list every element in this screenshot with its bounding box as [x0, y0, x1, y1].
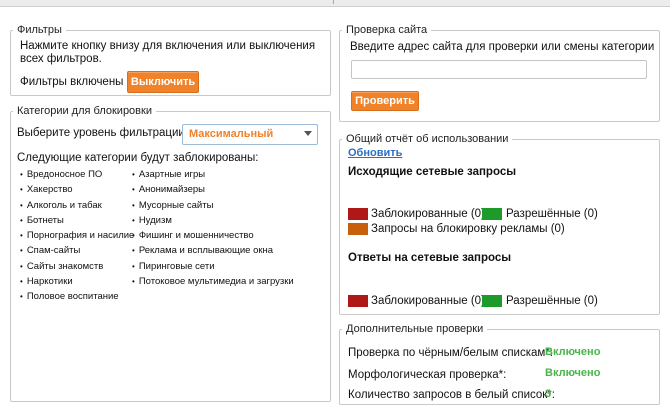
morphology-check-label: Морфологическая проверка*:: [348, 369, 507, 381]
categories-title: Категории для блокировки: [17, 105, 152, 117]
category-item: Потоковое мультимедиа и загрузки: [132, 274, 294, 289]
category-item: Нудизм: [132, 213, 294, 228]
category-item: Азартные игры: [132, 167, 294, 182]
filter-level-label: Выберите уровень фильтрации:: [17, 127, 189, 139]
category-item: Половое воспитание: [20, 289, 134, 304]
whitelist-requests-label: Количество запросов в белый список*:: [348, 389, 555, 401]
allowed-color-swatch: [482, 208, 502, 220]
category-item: Реклама и всплывающие окна: [132, 243, 294, 258]
window-top-edge: [0, 0, 670, 7]
whitelist-requests-count: 3: [545, 388, 552, 400]
allowed-responses-label: Разрешённые (0): [506, 295, 598, 307]
refresh-link[interactable]: Обновить: [348, 147, 402, 159]
morphology-check-status: Включено: [545, 367, 601, 379]
category-item: Порнография и насилие: [20, 228, 135, 243]
category-item: Алкоголь и табак: [20, 198, 134, 213]
categories-list-left: Вредоносное ПОХакерствоАлкоголь и табакБ…: [20, 167, 135, 305]
blocked-response-swatch: [348, 295, 368, 307]
check-site-button[interactable]: Проверить: [351, 91, 419, 111]
category-item: Мусорные сайты: [132, 198, 294, 213]
extra-checks-title: Дополнительные проверки: [346, 323, 484, 335]
site-url-input[interactable]: [351, 60, 647, 79]
allowed-outgoing-label: Разрешённые (0): [506, 208, 598, 220]
category-item: Спам-сайты: [20, 243, 134, 258]
outgoing-requests-heading: Исходящие сетевые запросы: [348, 166, 517, 178]
category-item: Фишинг и мошенничество: [132, 228, 294, 243]
allowed-response-swatch: [482, 295, 502, 307]
filter-level-value: Максимальный: [189, 128, 274, 140]
blacklist-check-status: Включено: [545, 346, 601, 358]
category-item: Вредоносное ПО: [20, 167, 134, 182]
filters-description-line2: всех фильтров.: [20, 53, 102, 65]
filters-title: Фильтры: [17, 24, 62, 36]
chevron-down-icon: [304, 131, 312, 136]
filters-status: Фильтры включены: [20, 76, 124, 88]
category-item: Анонимайзеры: [132, 182, 294, 197]
category-item: Наркотики: [20, 274, 134, 289]
blocked-categories-heading: Следующие категории будут заблокированы:: [17, 152, 259, 164]
category-item: Пиринговые сети: [132, 259, 294, 274]
site-check-prompt: Введите адрес сайта для проверки или сме…: [350, 41, 655, 53]
blocked-color-swatch: [348, 208, 368, 220]
usage-report-title: Общий отчёт об использовании: [346, 133, 509, 145]
top-divider-tick: [333, 0, 338, 4]
blocked-responses-label: Заблокированные (0): [371, 295, 485, 307]
responses-heading: Ответы на сетевые запросы: [348, 252, 512, 264]
category-item: Ботнеты: [20, 213, 134, 228]
filters-description-line1: Нажмите кнопку внизу для включения или в…: [20, 40, 316, 52]
blocked-outgoing-label: Заблокированные (0): [371, 208, 485, 220]
ads-blocked-label: Запросы на блокировку рекламы (0): [371, 223, 565, 235]
filter-level-select[interactable]: Максимальный: [182, 124, 318, 145]
categories-list-right: Азартные игрыАнонимайзерыМусорные сайтыН…: [132, 167, 294, 289]
category-item: Сайты знакомств: [20, 259, 134, 274]
disable-filters-button[interactable]: Выключить: [127, 71, 199, 93]
blacklist-check-label: Проверка по чёрным/белым спискам*:: [348, 347, 553, 359]
category-item: Хакерство: [20, 182, 134, 197]
ads-color-swatch: [348, 223, 368, 235]
site-check-title: Проверка сайта: [346, 24, 428, 36]
